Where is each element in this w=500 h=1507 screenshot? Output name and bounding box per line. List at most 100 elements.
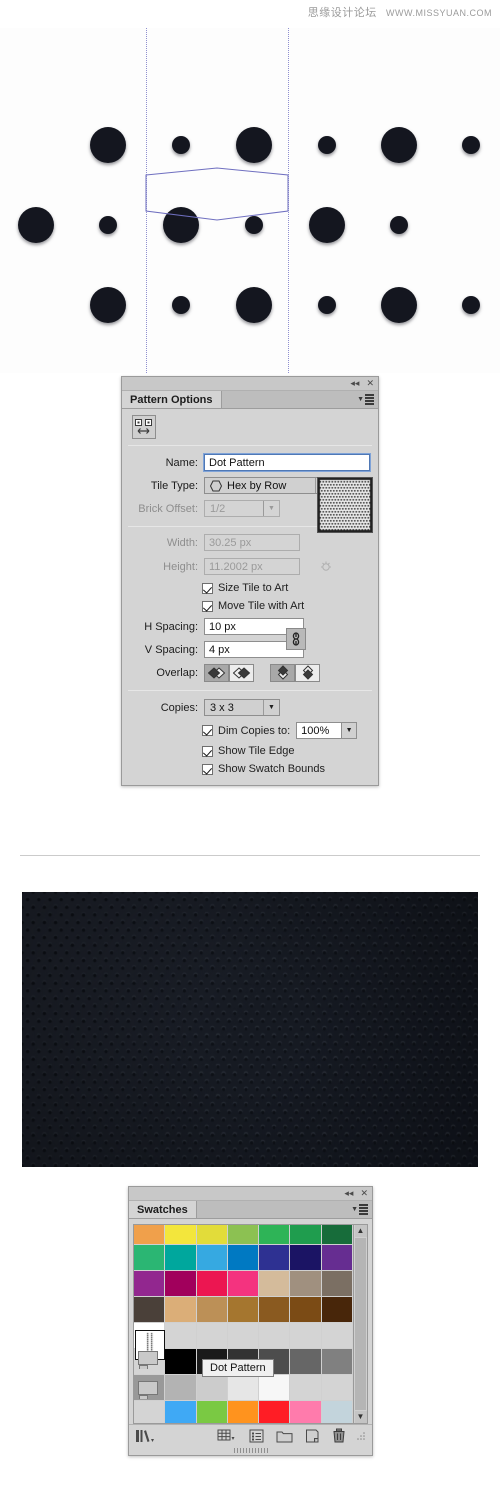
scroll-up-icon[interactable]: ▲ (354, 1225, 367, 1237)
swatch-cell[interactable] (290, 1375, 322, 1401)
swatch-cell[interactable] (321, 1375, 353, 1401)
swatch-cell[interactable] (290, 1323, 322, 1349)
swatch-cell[interactable] (259, 1297, 291, 1323)
swatch-cell[interactable] (134, 1297, 166, 1323)
overlap-right-in-front-button[interactable] (229, 664, 254, 682)
pattern-tile-tool-button[interactable] (132, 415, 156, 439)
swatch-cell[interactable] (196, 1225, 228, 1245)
close-icon[interactable]: ✕ (360, 1189, 368, 1198)
swatch-cell[interactable] (290, 1297, 322, 1323)
size-tile-to-art-checkbox[interactable]: Size Tile to Art (202, 582, 288, 594)
swatch-cell[interactable] (165, 1375, 197, 1401)
swatches-panel-tabrow: Swatches ▼ (129, 1201, 372, 1219)
swatch-cell[interactable] (290, 1349, 322, 1375)
swatch-cell[interactable] (290, 1245, 322, 1271)
collapse-icon[interactable]: ◂◂ (344, 1189, 353, 1198)
swatches-scrollbar[interactable]: ▲ ▼ (354, 1224, 368, 1424)
swatch-cell[interactable] (227, 1375, 260, 1401)
swatch-cell[interactable] (196, 1401, 228, 1423)
pattern-dot (318, 296, 336, 314)
chevron-down-icon[interactable]: ▼ (263, 700, 279, 715)
swatch-cell[interactable] (165, 1323, 197, 1349)
pattern-options-panel[interactable]: ◂◂ ✕ Pattern Options ▼ Name: Dot Pattern… (121, 376, 379, 786)
swatch-cell[interactable] (259, 1245, 291, 1271)
tile-type-select[interactable]: Hex by Row ▼ (204, 477, 332, 494)
swatch-cell[interactable] (227, 1323, 260, 1349)
swatch-cell[interactable] (227, 1271, 260, 1297)
show-tile-edge-checkbox[interactable]: Show Tile Edge (202, 745, 294, 757)
swatches-toolbar (129, 1424, 372, 1446)
swatch-cell[interactable] (321, 1271, 353, 1297)
overlap-bottom-in-front-button[interactable] (295, 664, 320, 682)
tab-swatches[interactable]: Swatches (129, 1201, 197, 1218)
swatch-cell[interactable] (259, 1271, 291, 1297)
swatch-cell[interactable] (165, 1401, 197, 1423)
swatch-cell[interactable] (290, 1271, 322, 1297)
swatch-cell[interactable] (196, 1271, 228, 1297)
guide-vertical-0 (146, 28, 147, 373)
dim-copies-chevron-down-icon[interactable]: ▼ (341, 722, 358, 739)
swatch-cell[interactable] (196, 1245, 228, 1271)
swatch-cell[interactable] (134, 1271, 166, 1297)
swatch-cell[interactable] (134, 1225, 166, 1245)
overlap-left-in-front-button[interactable] (204, 664, 229, 682)
overlap-vertical-group (270, 664, 320, 682)
panel-menu-icon[interactable]: ▼ (357, 394, 374, 405)
swatch-cell[interactable] (227, 1401, 260, 1423)
scroll-down-icon[interactable]: ▼ (354, 1411, 367, 1423)
show-swatch-bounds-row: Show Swatch Bounds (122, 760, 378, 785)
swatch-cell[interactable] (321, 1401, 353, 1423)
copies-select[interactable]: 3 x 3 ▼ (204, 699, 280, 716)
new-swatch-button[interactable] (305, 1427, 320, 1445)
panel-menu-icon[interactable]: ▼ (351, 1204, 368, 1215)
collapse-icon[interactable]: ◂◂ (350, 379, 359, 388)
swatch-cell[interactable] (165, 1245, 197, 1271)
swatch-cell[interactable] (134, 1401, 166, 1423)
overlap-top-in-front-button[interactable] (270, 664, 295, 682)
swatch-cell[interactable] (290, 1225, 322, 1245)
swatch-cell[interactable] (290, 1401, 322, 1423)
swatch-cell[interactable] (165, 1225, 197, 1245)
swatch-cell[interactable] (227, 1245, 260, 1271)
swatch-cell[interactable] (165, 1297, 197, 1323)
swatch-cell[interactable] (259, 1323, 291, 1349)
overlap-left-icon (207, 667, 225, 679)
swatch-cell[interactable] (196, 1297, 228, 1323)
swatch-cell[interactable] (321, 1323, 353, 1349)
dim-copies-value[interactable]: 100% (296, 722, 343, 739)
show-swatch-bounds-checkbox[interactable]: Show Swatch Bounds (202, 763, 325, 775)
swatch-cell[interactable] (321, 1297, 353, 1323)
move-tile-with-art-checkbox[interactable]: Move Tile with Art (202, 600, 304, 612)
show-swatch-kinds-menu-button[interactable] (217, 1427, 237, 1445)
close-icon[interactable]: ✕ (366, 379, 374, 388)
swatch-cell[interactable] (134, 1245, 166, 1271)
swatch-cell[interactable] (196, 1323, 228, 1349)
swatch-cell[interactable] (259, 1401, 291, 1423)
resize-grip-icon[interactable] (356, 1427, 366, 1445)
dim-copies-checkbox[interactable]: Dim Copies to: (202, 725, 290, 737)
swatch-cell[interactable] (259, 1375, 291, 1401)
link-spacing-toggle[interactable] (286, 628, 306, 650)
swatches-panel[interactable]: ◂◂ ✕ Swatches ▼ Dot Pattern ▲ ▼ (128, 1186, 373, 1456)
swatch-cell[interactable] (321, 1245, 353, 1271)
swatch-cell[interactable] (227, 1297, 260, 1323)
scrollbar-thumb[interactable] (355, 1238, 366, 1410)
name-input[interactable]: Dot Pattern (203, 453, 371, 472)
delete-swatch-button[interactable] (332, 1427, 346, 1445)
dim-copies-label: Dim Copies to: (218, 724, 291, 737)
swatch-cell[interactable] (196, 1375, 228, 1401)
swatch-cell[interactable] (321, 1225, 353, 1245)
swatch-cell[interactable] (321, 1349, 353, 1375)
grid-icon (217, 1429, 235, 1440)
new-color-group-button[interactable] (276, 1427, 293, 1445)
brick-offset-select: 1/2 ▼ (204, 500, 280, 517)
swatch-cell[interactable] (259, 1225, 291, 1245)
tab-pattern-options[interactable]: Pattern Options (122, 391, 222, 408)
swatch-cell[interactable] (165, 1349, 197, 1375)
swatch-libraries-menu-button[interactable] (135, 1427, 159, 1445)
swatches-grid[interactable]: Dot Pattern (133, 1224, 354, 1424)
swatch-cell[interactable] (227, 1225, 260, 1245)
swatch-options-button[interactable] (249, 1427, 264, 1445)
swatch-cell[interactable] (165, 1271, 197, 1297)
panel-resize-grip[interactable] (129, 1446, 372, 1455)
